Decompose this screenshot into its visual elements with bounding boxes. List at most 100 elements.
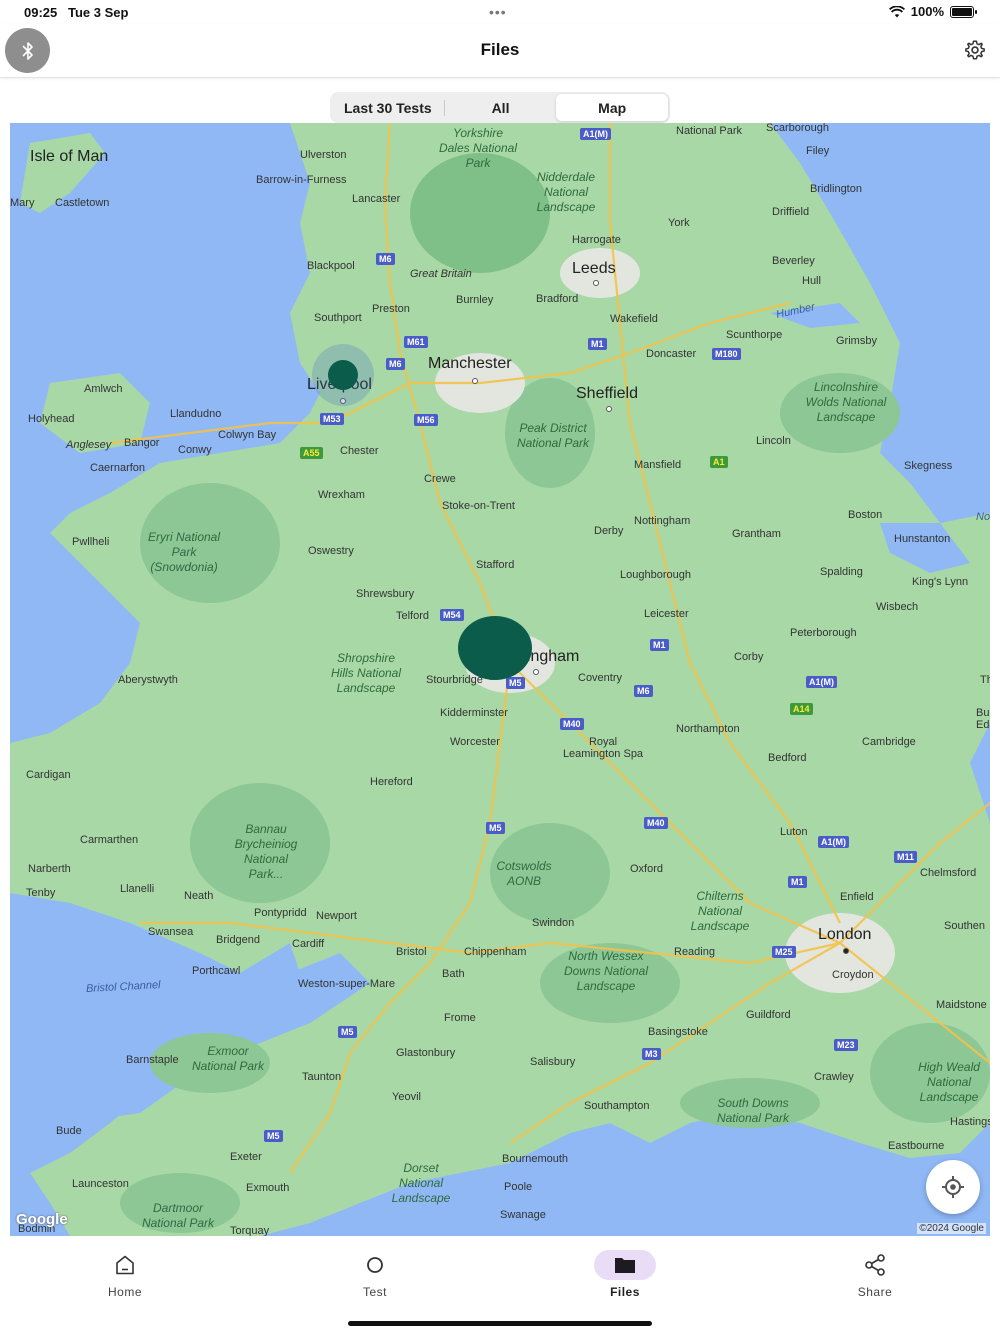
map-label-north-wessex: North Wessex Downs National Landscape bbox=[563, 949, 649, 993]
tab-home[interactable]: Home bbox=[75, 1250, 175, 1299]
tab-icon-wrap bbox=[344, 1250, 406, 1280]
segment-map[interactable]: Map bbox=[556, 94, 669, 121]
tab-share[interactable]: Share bbox=[825, 1250, 925, 1299]
map-label-bristol: Bristol bbox=[396, 946, 427, 958]
map-label-filey: Filey bbox=[806, 145, 830, 157]
road-badge: M23 bbox=[834, 1039, 858, 1051]
map-label-manchester: Manchester bbox=[428, 355, 512, 372]
road-badge: A1(M) bbox=[818, 836, 849, 848]
map-label-bradford: Bradford bbox=[536, 293, 579, 305]
road-badge: A1(M) bbox=[580, 128, 611, 140]
map-label-loughborough: Loughborough bbox=[620, 569, 691, 581]
map-label-stafford: Stafford bbox=[476, 559, 515, 571]
map-label-poole: Poole bbox=[504, 1181, 533, 1193]
map-label-mansfield: Mansfield bbox=[634, 459, 682, 471]
road-badge: M61 bbox=[404, 336, 428, 348]
tab-files[interactable]: Files bbox=[575, 1250, 675, 1299]
locate-icon bbox=[942, 1176, 964, 1198]
map-label-shrewsbury: Shrewsbury bbox=[356, 588, 415, 600]
map-label-yeovil: Yeovil bbox=[392, 1091, 421, 1103]
map-label-stoke: Stoke-on-Trent bbox=[442, 500, 515, 512]
google-logo[interactable]: Google bbox=[16, 1211, 68, 1228]
battery-percent: 100% bbox=[910, 4, 944, 19]
map-label-exmoor: Exmoor National Park bbox=[191, 1044, 265, 1073]
map-label-lancaster: Lancaster bbox=[352, 193, 401, 205]
locate-me-button[interactable] bbox=[926, 1160, 980, 1214]
multitasking-dots-icon[interactable]: ••• bbox=[489, 4, 507, 20]
map-label-eryri: Eryri National Park (Snowdonia) bbox=[147, 530, 221, 574]
map-label-porthcawl: Porthcawl bbox=[192, 965, 241, 977]
map-label-anglesey: Anglesey bbox=[66, 439, 112, 451]
nav-bar: Files bbox=[0, 24, 1000, 78]
map-label-launceston: Launceston bbox=[72, 1178, 129, 1190]
map-label-exmouth: Exmouth bbox=[246, 1182, 290, 1194]
map-label-lincoln: Lincoln bbox=[756, 435, 791, 447]
map-label-great-britain: Great Britain bbox=[410, 268, 472, 280]
home-indicator[interactable] bbox=[348, 1321, 652, 1326]
map-label-luton: Luton bbox=[780, 826, 808, 838]
map-label-reading: Reading bbox=[674, 946, 715, 958]
road-badge: M3 bbox=[642, 1048, 661, 1060]
map-label-harrogate: Harrogate bbox=[572, 234, 621, 246]
map-copyright: ©2024 Google bbox=[917, 1223, 986, 1234]
map-label-leeds: Leeds bbox=[572, 260, 616, 277]
map-label-southport: Southport bbox=[314, 312, 362, 324]
map-label-lincolnshire-wolds: Lincolnshire Wolds National Landscape bbox=[805, 380, 887, 424]
segment-last-30-tests[interactable]: Last 30 Tests bbox=[332, 94, 444, 121]
map-label-cotswolds: Cotswolds AONB bbox=[496, 859, 552, 888]
map-label-yorkshire-dales: Yorkshire Dales National Park bbox=[438, 126, 518, 170]
map-label-cardigan: Cardigan bbox=[26, 769, 71, 781]
road-badge: M1 bbox=[588, 338, 607, 350]
map-view[interactable]: Humber Bristol Channel Isle of Man Leeds… bbox=[10, 123, 990, 1236]
map-label-nidderdale: Nidderdale National Landscape bbox=[536, 170, 596, 214]
status-right: 100% bbox=[888, 4, 977, 19]
city-dot bbox=[472, 378, 478, 384]
road-badge: M54 bbox=[440, 609, 464, 621]
segment-all[interactable]: All bbox=[445, 94, 557, 121]
tab-test[interactable]: Test bbox=[325, 1250, 425, 1299]
road-badge: M6 bbox=[376, 253, 395, 265]
city-dot bbox=[533, 669, 539, 675]
map-label-frome: Frome bbox=[444, 1012, 476, 1024]
map-label-pontypridd: Pontypridd bbox=[254, 907, 307, 919]
map-label-pwllheli: Pwllheli bbox=[72, 536, 110, 548]
map-label-isle-of-man: Isle of Man bbox=[30, 148, 109, 165]
map-label-wakefield: Wakefield bbox=[610, 313, 658, 325]
map-label-chester: Chester bbox=[340, 445, 379, 457]
map-label-grimsby: Grimsby bbox=[836, 335, 877, 347]
map-label-bangor: Bangor bbox=[124, 437, 160, 449]
map-label-chelmsford: Chelmsford bbox=[920, 867, 977, 879]
map-label-kings-lynn: King's Lynn bbox=[912, 576, 969, 588]
map-label-southampton: Southampton bbox=[584, 1100, 650, 1112]
test-location-marker[interactable] bbox=[328, 360, 358, 390]
map-label-skegness: Skegness bbox=[904, 460, 953, 472]
share-icon bbox=[865, 1254, 885, 1276]
map-label-preston: Preston bbox=[372, 303, 410, 315]
folder-icon bbox=[615, 1258, 635, 1273]
gear-icon[interactable] bbox=[964, 39, 986, 61]
map-label-neath: Neath bbox=[184, 890, 214, 902]
map-label-bournemouth: Bournemouth bbox=[502, 1153, 569, 1165]
city-dot bbox=[843, 948, 849, 954]
map-label-no: No bbox=[976, 511, 990, 523]
map-label-oswestry: Oswestry bbox=[308, 545, 354, 557]
tab-icon-wrap bbox=[594, 1250, 656, 1280]
map-label-chilterns: Chilterns National Landscape bbox=[690, 889, 750, 933]
map-label-narberth: Narberth bbox=[28, 863, 71, 875]
map-label-wrexham: Wrexham bbox=[318, 489, 365, 501]
test-location-marker[interactable] bbox=[458, 616, 532, 680]
map-label-nottingham: Nottingham bbox=[634, 515, 691, 527]
tab-label: Test bbox=[362, 1285, 387, 1299]
map-label-sheffield: Sheffield bbox=[576, 385, 638, 402]
view-segmented-control: Last 30 Tests All Map bbox=[330, 92, 670, 123]
road-badge: M5 bbox=[264, 1130, 283, 1142]
map-label-royal-leamington: Royal Leamington Spa bbox=[562, 736, 644, 760]
map-label-beverley: Beverley bbox=[772, 255, 815, 267]
map-label-caernarfon: Caernarfon bbox=[90, 462, 146, 474]
road-badge: M5 bbox=[506, 677, 525, 689]
map-label-hastings: Hastings bbox=[950, 1116, 990, 1128]
tab-bar: Home Test Files Share bbox=[0, 1236, 1000, 1333]
map-label-telford: Telford bbox=[396, 610, 430, 622]
map-label-bude: Bude bbox=[56, 1125, 82, 1137]
map-label-colwyn-bay: Colwyn Bay bbox=[218, 429, 277, 441]
